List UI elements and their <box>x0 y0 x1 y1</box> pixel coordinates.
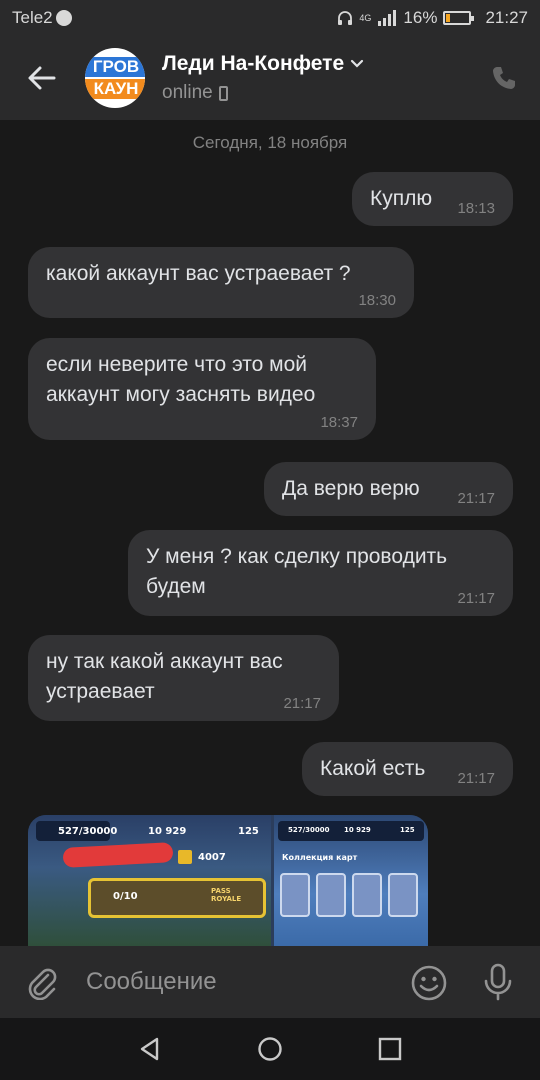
trophy-icon <box>178 850 192 864</box>
game-card <box>352 873 382 917</box>
contact-status: online <box>162 82 228 104</box>
message-text: У меня ? как сделку проводить будем <box>146 545 448 598</box>
microphone-icon[interactable] <box>482 962 514 1002</box>
gems-label: 125 <box>400 826 415 834</box>
message-input[interactable] <box>86 964 386 1000</box>
contact-avatar[interactable]: ГРОВ КАУН <box>85 48 145 108</box>
chest-progress: 0/10 <box>113 891 138 902</box>
status-bar: Tele2 4G 16% 21:27 <box>0 0 540 36</box>
network-type-label: 4G <box>359 13 372 23</box>
phone-call-icon[interactable] <box>490 64 518 92</box>
message-bubble-out[interactable]: Да верю верю 21:17 <box>264 462 513 516</box>
message-bubble-out[interactable]: У меня ? как сделку проводить будем 21:1… <box>128 530 513 616</box>
clock: 21:27 <box>485 8 528 27</box>
battery-percent: 16% <box>403 8 438 27</box>
message-time: 21:17 <box>457 770 495 787</box>
chat-header: ГРОВ КАУН Леди На-Конфете online <box>0 36 540 120</box>
message-time: 18:13 <box>457 200 495 217</box>
message-bubble-in[interactable]: какой аккаунт вас устраевает ? 18:30 <box>28 247 414 318</box>
message-text: какой аккаунт вас устраевает ? <box>46 262 351 285</box>
game-card <box>388 873 418 917</box>
notification-icon <box>55 10 72 26</box>
screenshot-left: 527/30000 10 929 125 4007 0/10 PASS ROYA… <box>28 815 271 947</box>
message-time: 21:17 <box>457 490 495 507</box>
system-navigation-bar <box>0 1018 540 1080</box>
nav-back-icon[interactable] <box>136 1035 164 1063</box>
emoji-icon[interactable] <box>410 964 448 1002</box>
nav-home-icon[interactable] <box>256 1035 284 1063</box>
message-bubble-in[interactable]: если неверите что это мой аккаунт могу з… <box>28 338 376 440</box>
mobile-device-icon <box>218 85 228 101</box>
pass-label: PASS ROYALE <box>211 887 242 903</box>
nav-recents-icon[interactable] <box>376 1035 404 1063</box>
message-time: 21:17 <box>457 590 495 607</box>
avatar-text-bottom: КАУН <box>85 79 145 99</box>
message-text: ну так какой аккаунт вас устраевает <box>46 650 283 703</box>
carrier-label: Tele2 <box>12 8 53 27</box>
message-time: 18:37 <box>320 414 358 431</box>
trophies-label: 4007 <box>198 852 226 863</box>
message-text: Куплю <box>370 187 433 210</box>
message-text: если неверите что это мой аккаунт могу з… <box>46 353 316 406</box>
message-time: 21:17 <box>283 695 321 712</box>
screenshot-right: 527/30000 10 929 125 Коллекция карт <box>274 815 428 947</box>
battery-icon <box>443 11 475 25</box>
xp-label: 527/30000 <box>58 826 118 837</box>
status-text: online <box>162 82 213 103</box>
message-composer <box>0 946 540 1018</box>
message-bubble-in[interactable]: ну так какой аккаунт вас устраевает 21:1… <box>28 635 339 721</box>
headphones-icon <box>338 11 353 25</box>
game-card <box>280 873 310 917</box>
avatar-text-top: ГРОВ <box>85 57 145 77</box>
gems-label: 125 <box>238 826 259 837</box>
chest-panel: 0/10 PASS ROYALE <box>88 878 266 918</box>
game-card <box>316 873 346 917</box>
gold-label: 10 929 <box>344 826 371 834</box>
date-separator: Сегодня, 18 ноября <box>192 133 348 152</box>
gold-label: 10 929 <box>148 826 187 837</box>
message-bubble-out[interactable]: Какой есть 21:17 <box>302 742 513 796</box>
message-text: Да верю верю <box>282 477 420 500</box>
message-bubble-out[interactable]: Куплю 18:13 <box>352 172 513 226</box>
paperclip-icon[interactable] <box>24 964 60 1000</box>
back-arrow-icon[interactable] <box>22 58 62 98</box>
redacted-mark <box>62 842 174 868</box>
message-time: 18:30 <box>358 292 396 309</box>
photo-attachment[interactable]: 527/30000 10 929 125 4007 0/10 PASS ROYA… <box>28 815 428 947</box>
collection-title: Коллекция карт <box>282 853 358 862</box>
chevron-down-icon <box>351 59 364 68</box>
contact-name: Леди На-Конфете <box>162 52 345 75</box>
battery-level <box>446 14 451 22</box>
contact-name-button[interactable]: Леди На-Конфете <box>162 52 364 76</box>
signal-icon <box>378 10 397 26</box>
xp-label: 527/30000 <box>288 826 330 834</box>
message-text: Какой есть <box>320 757 426 780</box>
